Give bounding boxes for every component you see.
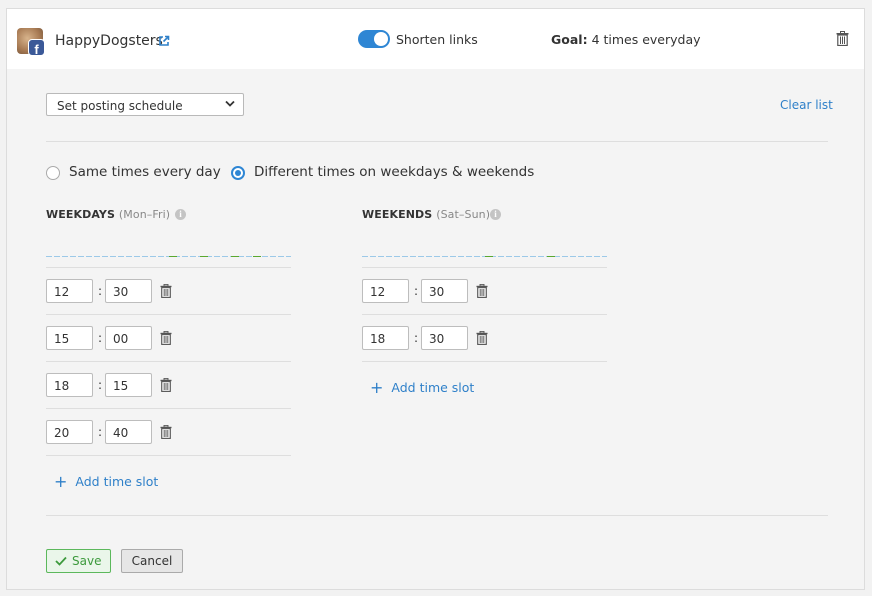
time-colon: :: [414, 284, 419, 298]
radio-different-times-label[interactable]: Different times on weekdays & weekends: [254, 164, 534, 180]
select-value: Set posting schedule: [57, 99, 183, 113]
delete-slot-trash-icon[interactable]: [160, 425, 172, 439]
weekends-title: WEEKENDS (Sat–Sun): [362, 208, 490, 221]
toggle-knob: [374, 32, 388, 46]
posting-schedule-select[interactable]: Set posting schedule: [46, 93, 244, 116]
delete-account-trash-icon[interactable]: [836, 31, 849, 46]
divider: [362, 267, 607, 268]
account-schedule-card: f HappyDogsters Shorten links Goal: 4 ti…: [6, 8, 865, 596]
divider: [362, 361, 607, 362]
weekday-slot-4-hour-input[interactable]: 20: [46, 420, 93, 444]
delete-slot-trash-icon[interactable]: [160, 284, 172, 298]
weekdays-add-time-slot-button[interactable]: + Add time slot: [54, 471, 159, 491]
plus-icon: +: [370, 378, 384, 397]
weekday-slot-3-hour-input[interactable]: 18: [46, 373, 93, 397]
info-icon[interactable]: i: [175, 209, 186, 220]
schedule-panel: Set posting schedule Clear list Same tim…: [6, 69, 865, 590]
add-slot-label: Add time slot: [75, 474, 159, 489]
divider: [46, 408, 291, 409]
info-icon[interactable]: i: [490, 209, 501, 220]
weekdays-title-text: WEEKDAYS: [46, 208, 115, 221]
weekday-slot-2-minute-input[interactable]: 00: [105, 326, 152, 350]
radio-same-times-label[interactable]: Same times every day: [69, 164, 221, 180]
weekend-slot-1-hour-input[interactable]: 12: [362, 279, 409, 303]
save-label: Save: [72, 554, 102, 568]
goal-text: Goal: 4 times everyday: [551, 32, 701, 47]
weekend-slot-1-minute-input[interactable]: 30: [421, 279, 468, 303]
facebook-icon: f: [28, 39, 45, 57]
divider: [46, 141, 828, 142]
weekdays-title: WEEKDAYS (Mon–Fri): [46, 208, 170, 221]
time-colon: :: [414, 331, 419, 345]
weekday-slot-4-minute-input[interactable]: 40: [105, 420, 152, 444]
weekday-slot-3-minute-input[interactable]: 15: [105, 373, 152, 397]
weekends-timeline: [362, 256, 607, 257]
time-colon: :: [98, 425, 103, 439]
divider: [362, 314, 607, 315]
checkmark-icon: [55, 556, 67, 566]
shorten-links-label: Shorten links: [396, 32, 478, 47]
plus-icon: +: [54, 472, 68, 491]
radio-different-times[interactable]: [231, 166, 245, 180]
delete-slot-trash-icon[interactable]: [160, 378, 172, 392]
weekday-slot-1-minute-input[interactable]: 30: [105, 279, 152, 303]
shorten-links-toggle[interactable]: [358, 30, 390, 48]
divider: [46, 515, 828, 516]
time-colon: :: [98, 284, 103, 298]
delete-slot-trash-icon[interactable]: [476, 284, 488, 298]
divider: [46, 267, 291, 268]
weekends-subtitle: (Sat–Sun): [436, 208, 491, 221]
weekend-slot-2-hour-input[interactable]: 18: [362, 326, 409, 350]
divider: [46, 361, 291, 362]
external-link-icon[interactable]: [158, 35, 170, 47]
account-header: f HappyDogsters Shorten links Goal: 4 ti…: [6, 8, 865, 70]
weekend-slot-2-minute-input[interactable]: 30: [421, 326, 468, 350]
weekdays-subtitle: (Mon–Fri): [118, 208, 171, 221]
goal-value: 4 times everyday: [591, 32, 701, 47]
cancel-button[interactable]: Cancel: [121, 549, 183, 573]
account-name[interactable]: HappyDogsters: [55, 33, 163, 49]
weekends-title-text: WEEKENDS: [362, 208, 433, 221]
save-button[interactable]: Save: [46, 549, 111, 573]
goal-label: Goal:: [551, 32, 588, 47]
time-colon: :: [98, 331, 103, 345]
delete-slot-trash-icon[interactable]: [160, 331, 172, 345]
divider: [46, 314, 291, 315]
weekends-add-time-slot-button[interactable]: + Add time slot: [370, 377, 475, 397]
divider: [46, 455, 291, 456]
weekday-slot-1-hour-input[interactable]: 12: [46, 279, 93, 303]
chevron-down-icon: [225, 100, 235, 107]
add-slot-label: Add time slot: [391, 380, 475, 395]
weekday-slot-2-hour-input[interactable]: 15: [46, 326, 93, 350]
delete-slot-trash-icon[interactable]: [476, 331, 488, 345]
weekdays-timeline: [46, 256, 291, 257]
radio-same-times[interactable]: [46, 166, 60, 180]
time-colon: :: [98, 378, 103, 392]
clear-list-link[interactable]: Clear list: [780, 98, 833, 112]
